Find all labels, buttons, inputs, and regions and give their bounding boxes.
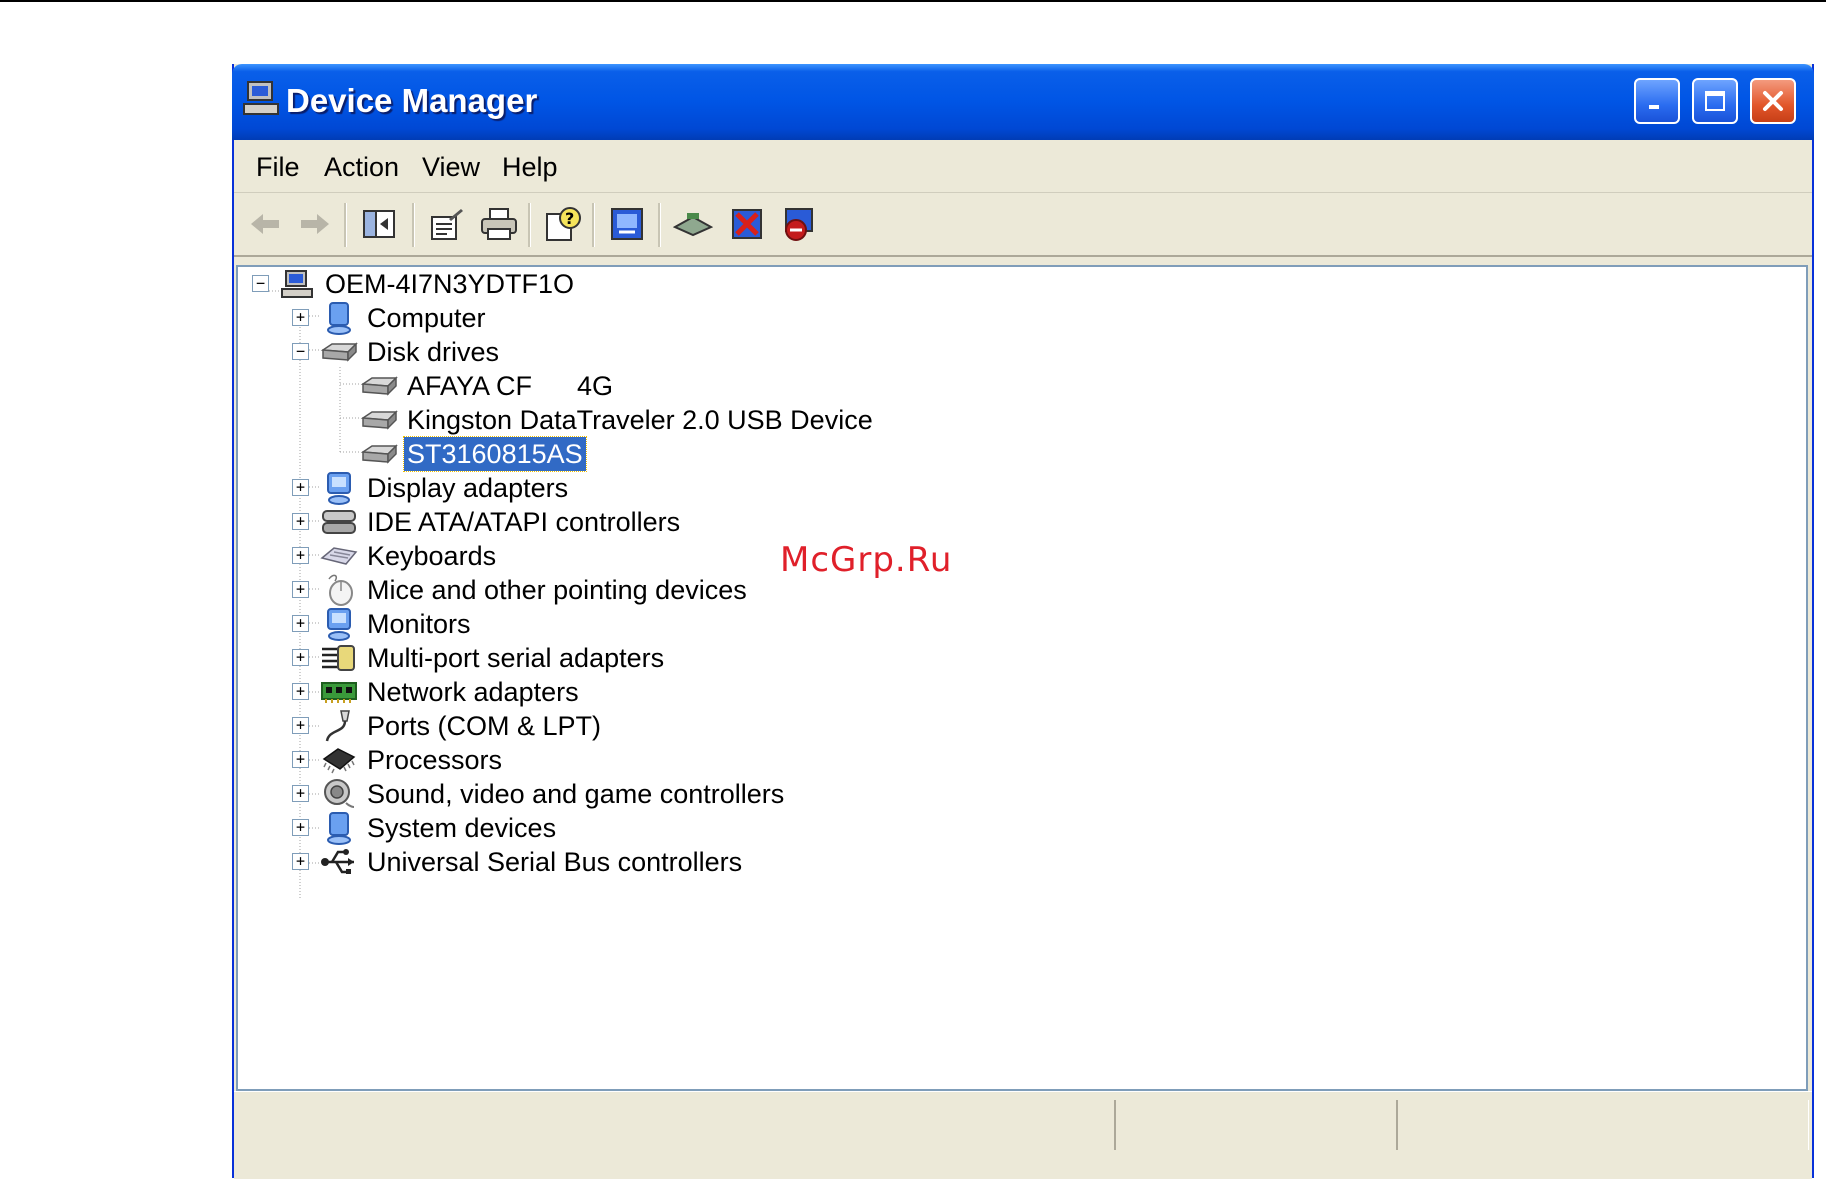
- expand-processors-toggle[interactable]: +: [292, 751, 309, 768]
- expand-sound-toggle[interactable]: +: [292, 785, 309, 802]
- root-label: OEM-4I7N3YDTF1O: [325, 269, 575, 299]
- ide-controller-icon: [320, 505, 358, 539]
- disk-drive-icon: [360, 369, 398, 403]
- uninstall-icon: [732, 209, 762, 239]
- window-title: Device Manager: [286, 82, 538, 119]
- tree-item-monitors[interactable]: Monitors: [320, 607, 474, 641]
- print-button[interactable]: [478, 203, 520, 245]
- tree-item-processors[interactable]: Processors: [320, 743, 505, 777]
- menu-action[interactable]: Action: [324, 152, 399, 183]
- disable-button[interactable]: [778, 203, 820, 245]
- update-driver-button[interactable]: [606, 203, 648, 245]
- disk-drive-icon: [320, 335, 358, 369]
- expand-network-toggle[interactable]: +: [292, 683, 309, 700]
- back-button[interactable]: [244, 203, 286, 245]
- title-bar[interactable]: Device Manager: [232, 64, 1814, 140]
- display-adapter-icon: [320, 471, 358, 505]
- device-tree[interactable]: − OEM-4I7N3YDTF1O + Computer − Disk driv…: [236, 265, 1808, 1091]
- tree-item-mice[interactable]: Mice and other pointing devices: [320, 573, 750, 607]
- computer-icon: [278, 267, 316, 301]
- tree-root[interactable]: OEM-4I7N3YDTF1O: [278, 267, 577, 301]
- close-icon: [1763, 91, 1783, 111]
- menu-bar: File Action View Help: [234, 140, 1812, 193]
- show-hide-tree-icon: [363, 210, 395, 238]
- tree-item-usb-controllers[interactable]: Universal Serial Bus controllers: [320, 845, 745, 879]
- forward-icon: [301, 214, 329, 234]
- collapse-disk-drives-toggle[interactable]: −: [292, 343, 309, 360]
- tree-item-ports[interactable]: Ports (COM & LPT): [320, 709, 604, 743]
- tree-item-ide-controllers[interactable]: IDE ATA/ATAPI controllers: [320, 505, 683, 539]
- port-icon: [320, 709, 358, 743]
- expand-system-toggle[interactable]: +: [292, 819, 309, 836]
- disk-drive-icon: [360, 403, 398, 437]
- scan-hardware-icon: [673, 213, 713, 237]
- tree-item-disk-kingston[interactable]: Kingston DataTraveler 2.0 USB Device: [360, 403, 876, 437]
- expand-computer-toggle[interactable]: +: [292, 309, 309, 326]
- back-icon: [251, 214, 279, 234]
- top-rule: [0, 0, 1826, 2]
- tree-item-system-devices[interactable]: System devices: [320, 811, 559, 845]
- menu-view[interactable]: View: [422, 152, 480, 183]
- print-icon: [481, 208, 517, 240]
- help-icon: ?: [546, 207, 581, 241]
- status-bar: [234, 1091, 1812, 1179]
- expand-multiport-toggle[interactable]: +: [292, 649, 309, 666]
- network-adapter-icon: [320, 675, 358, 709]
- watermark-text: McGrp.Ru: [780, 540, 953, 580]
- help-button[interactable]: ?: [542, 203, 584, 245]
- monitor-icon: [320, 607, 358, 641]
- multiport-serial-icon: [320, 641, 358, 675]
- tree-item-disk-afaya[interactable]: AFAYA CF 4G: [360, 369, 616, 403]
- system-device-icon: [320, 811, 358, 845]
- tree-item-keyboards[interactable]: Keyboards: [320, 539, 499, 573]
- tree-item-network-adapters[interactable]: Network adapters: [320, 675, 582, 709]
- usb-icon: [320, 845, 358, 879]
- tree-item-disk-drives[interactable]: Disk drives: [320, 335, 502, 369]
- minimize-button[interactable]: [1634, 78, 1680, 124]
- disk-drive-icon: [360, 437, 398, 471]
- tree-item-sound[interactable]: Sound, video and game controllers: [320, 777, 787, 811]
- menu-help[interactable]: Help: [502, 152, 558, 183]
- expand-monitors-toggle[interactable]: +: [292, 615, 309, 632]
- menu-file[interactable]: File: [256, 152, 300, 183]
- speaker-icon: [320, 777, 358, 811]
- keyboard-icon: [320, 539, 358, 573]
- computer-category-icon: [320, 301, 358, 335]
- mouse-icon: [320, 573, 358, 607]
- expand-display-adapters-toggle[interactable]: +: [292, 479, 309, 496]
- properties-button[interactable]: [426, 203, 468, 245]
- disable-icon: [785, 208, 813, 241]
- show-hide-tree-button[interactable]: [358, 203, 400, 245]
- expand-keyboards-toggle[interactable]: +: [292, 547, 309, 564]
- expand-usb-toggle[interactable]: +: [292, 853, 309, 870]
- status-pane-2: [1114, 1100, 1397, 1150]
- maximize-button[interactable]: [1692, 78, 1738, 124]
- uninstall-button[interactable]: [726, 203, 768, 245]
- selected-item-label: ST3160815AS: [403, 436, 587, 472]
- expand-ide-toggle[interactable]: +: [292, 513, 309, 530]
- tree-item-computer[interactable]: Computer: [320, 301, 489, 335]
- scan-hardware-button[interactable]: [672, 203, 714, 245]
- close-button[interactable]: [1750, 78, 1796, 124]
- minimize-icon: [1649, 105, 1659, 109]
- expand-mice-toggle[interactable]: +: [292, 581, 309, 598]
- tree-item-multiport-serial[interactable]: Multi-port serial adapters: [320, 641, 667, 675]
- device-manager-window: Device Manager File Action View Help ? −…: [232, 64, 1814, 1179]
- svg-text:?: ?: [565, 209, 574, 228]
- properties-icon: [431, 209, 463, 240]
- expand-ports-toggle[interactable]: +: [292, 717, 309, 734]
- maximize-icon: [1705, 91, 1725, 111]
- update-driver-icon: [611, 208, 643, 240]
- computer-icon: [243, 81, 279, 115]
- forward-button[interactable]: [294, 203, 336, 245]
- tree-item-display-adapters[interactable]: Display adapters: [320, 471, 571, 505]
- toolbar: ?: [234, 193, 1812, 257]
- status-pane-3: [1396, 1100, 1809, 1150]
- collapse-root-toggle[interactable]: −: [252, 275, 269, 292]
- processor-icon: [320, 743, 358, 777]
- tree-item-disk-st3160815as[interactable]: ST3160815AS: [360, 436, 587, 472]
